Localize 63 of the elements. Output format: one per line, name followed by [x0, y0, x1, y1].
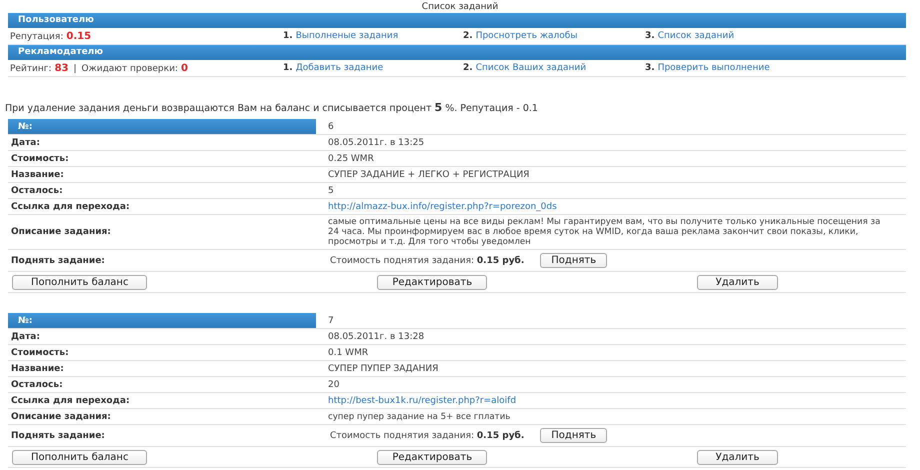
header-cell: №: — [8, 313, 316, 328]
field-value: 0.1 WMR — [327, 348, 370, 358]
raise-button[interactable]: Поднять — [540, 428, 608, 443]
field-label: Дата: — [10, 330, 41, 344]
field-label: Ссылка для перехода: — [10, 394, 131, 408]
stat-value: 83 — [54, 62, 68, 74]
field-value: 6 — [327, 122, 335, 132]
field-label: Описание задания: — [10, 226, 112, 239]
nav-link[interactable]: Выполненые задания — [296, 31, 398, 41]
field-value: супер пупер задание на 5+ все гплатиь — [327, 410, 512, 424]
nav-link[interactable]: Список Ваших заданий — [476, 63, 586, 73]
field-label: Дата: — [10, 136, 41, 150]
task-link[interactable]: http://best-bux1k.ru/register.php?r=aloifd — [328, 396, 516, 406]
task-link[interactable]: http://almazz-bux.info/register.php?r=porezon_0ds — [328, 202, 557, 212]
action-button[interactable]: Удалить — [696, 274, 778, 290]
field-value: СУПЕР ЗАДАНИЕ + ЛЕГКО + РЕГИСТРАЦИЯ — [327, 170, 530, 180]
field-label: Название: — [10, 362, 65, 376]
link-number: 1. — [283, 31, 293, 41]
page-title: Список заданий — [420, 1, 500, 13]
link-number: 2. — [463, 31, 473, 41]
action-button[interactable]: Пополнить баланс — [12, 274, 148, 290]
field-value: 0.25 WMR — [327, 154, 375, 164]
link-number: 2. — [463, 63, 473, 73]
link-number: 1. — [283, 63, 293, 73]
field-value: 5 — [327, 186, 335, 196]
field-label: Стоимость: — [10, 346, 70, 360]
link-number: 3. — [645, 31, 655, 41]
nav-link[interactable]: Добавить задание — [296, 63, 384, 73]
field-value: 08.05.2011г. в 13:28 — [327, 332, 426, 342]
field-label: Стоимость: — [10, 152, 70, 166]
stat-value: 0 — [180, 62, 188, 74]
stat-label: Ожидают проверки: — [82, 64, 178, 74]
stat-label: Репутация: — [10, 32, 64, 42]
header-cell: №: — [8, 119, 316, 134]
section-header: Рекламодателю — [8, 45, 906, 60]
raise-cost-text: Стоимость поднятия задания: 0.15 руб. — [330, 256, 524, 266]
field-label: Поднять задание: — [10, 254, 106, 268]
action-button[interactable]: Удалить — [696, 450, 778, 464]
field-value: СУПЕР ПУПЕР ЗАДАНИЯ — [327, 364, 440, 374]
notice-text: При удаление задания деньги возвращаются Вам на баланс и списывается процент 5 %. Репутация - 0.1 — [5, 101, 539, 116]
stat-value: 0.15 — [66, 30, 92, 42]
field-value: 20 — [327, 380, 340, 390]
nav-link[interactable]: Проснотреть жалобы — [476, 31, 578, 41]
action-button[interactable]: Редактировать — [377, 274, 488, 290]
action-button[interactable]: Пополнить баланс — [12, 450, 148, 464]
field-label: Описание задания: — [10, 410, 112, 424]
nav-link[interactable]: Проверить выполнение — [658, 63, 770, 73]
raise-button[interactable]: Поднять — [540, 253, 608, 268]
link-number: 3. — [645, 63, 655, 73]
field-label: Название: — [10, 168, 65, 182]
section-header: Пользователю — [8, 13, 906, 28]
separator-text: | — [73, 64, 77, 74]
field-value: самые оптимальные цены на все виды реклам! Мы гарантируем вам, что вы получите только уникальные посещения за 24 часа. Мы проинформируем вас в любое время суток на WMID, когда ваша реклама закончит свои показы, клики, просмотры и т.д. Для того чтобы уведомлен — [327, 216, 882, 249]
nav-link[interactable]: Список заданий — [658, 31, 734, 41]
field-label: Осталось: — [10, 378, 64, 392]
field-label: Ссылка для перехода: — [10, 200, 131, 214]
field-value: 7 — [327, 316, 335, 326]
field-label: Поднять задание: — [10, 430, 106, 442]
field-label: Осталось: — [10, 184, 64, 198]
stat-label: Рейтинг: — [10, 64, 52, 74]
field-value: 08.05.2011г. в 13:25 — [327, 138, 426, 148]
action-button[interactable]: Редактировать — [377, 450, 488, 464]
raise-cost-text: Стоимость поднятия задания: 0.15 руб. — [330, 430, 524, 440]
